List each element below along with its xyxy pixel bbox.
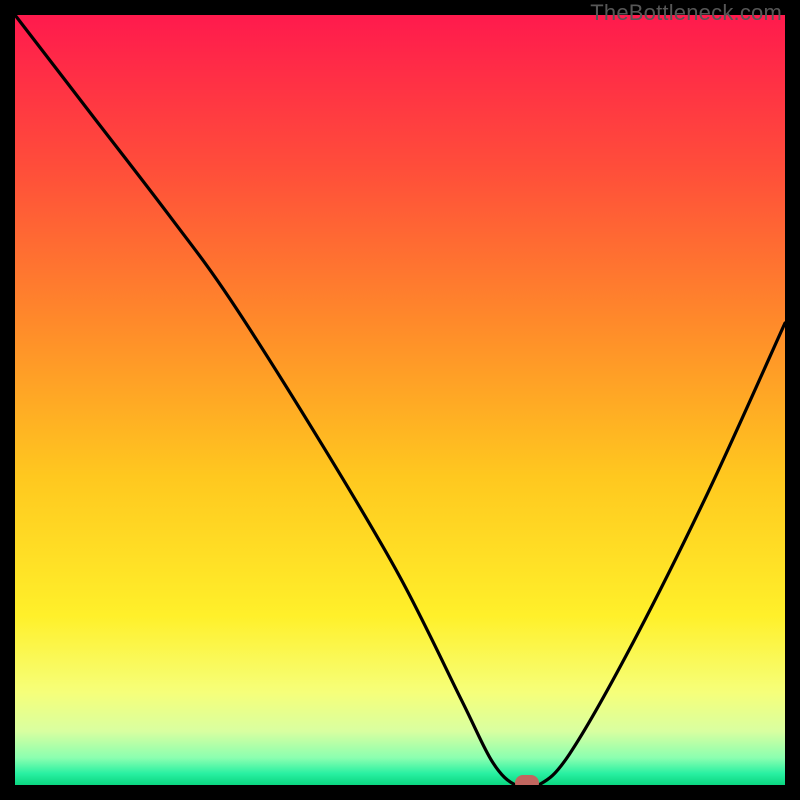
chart-frame: [0, 0, 800, 800]
watermark-text: TheBottleneck.com: [590, 0, 782, 26]
